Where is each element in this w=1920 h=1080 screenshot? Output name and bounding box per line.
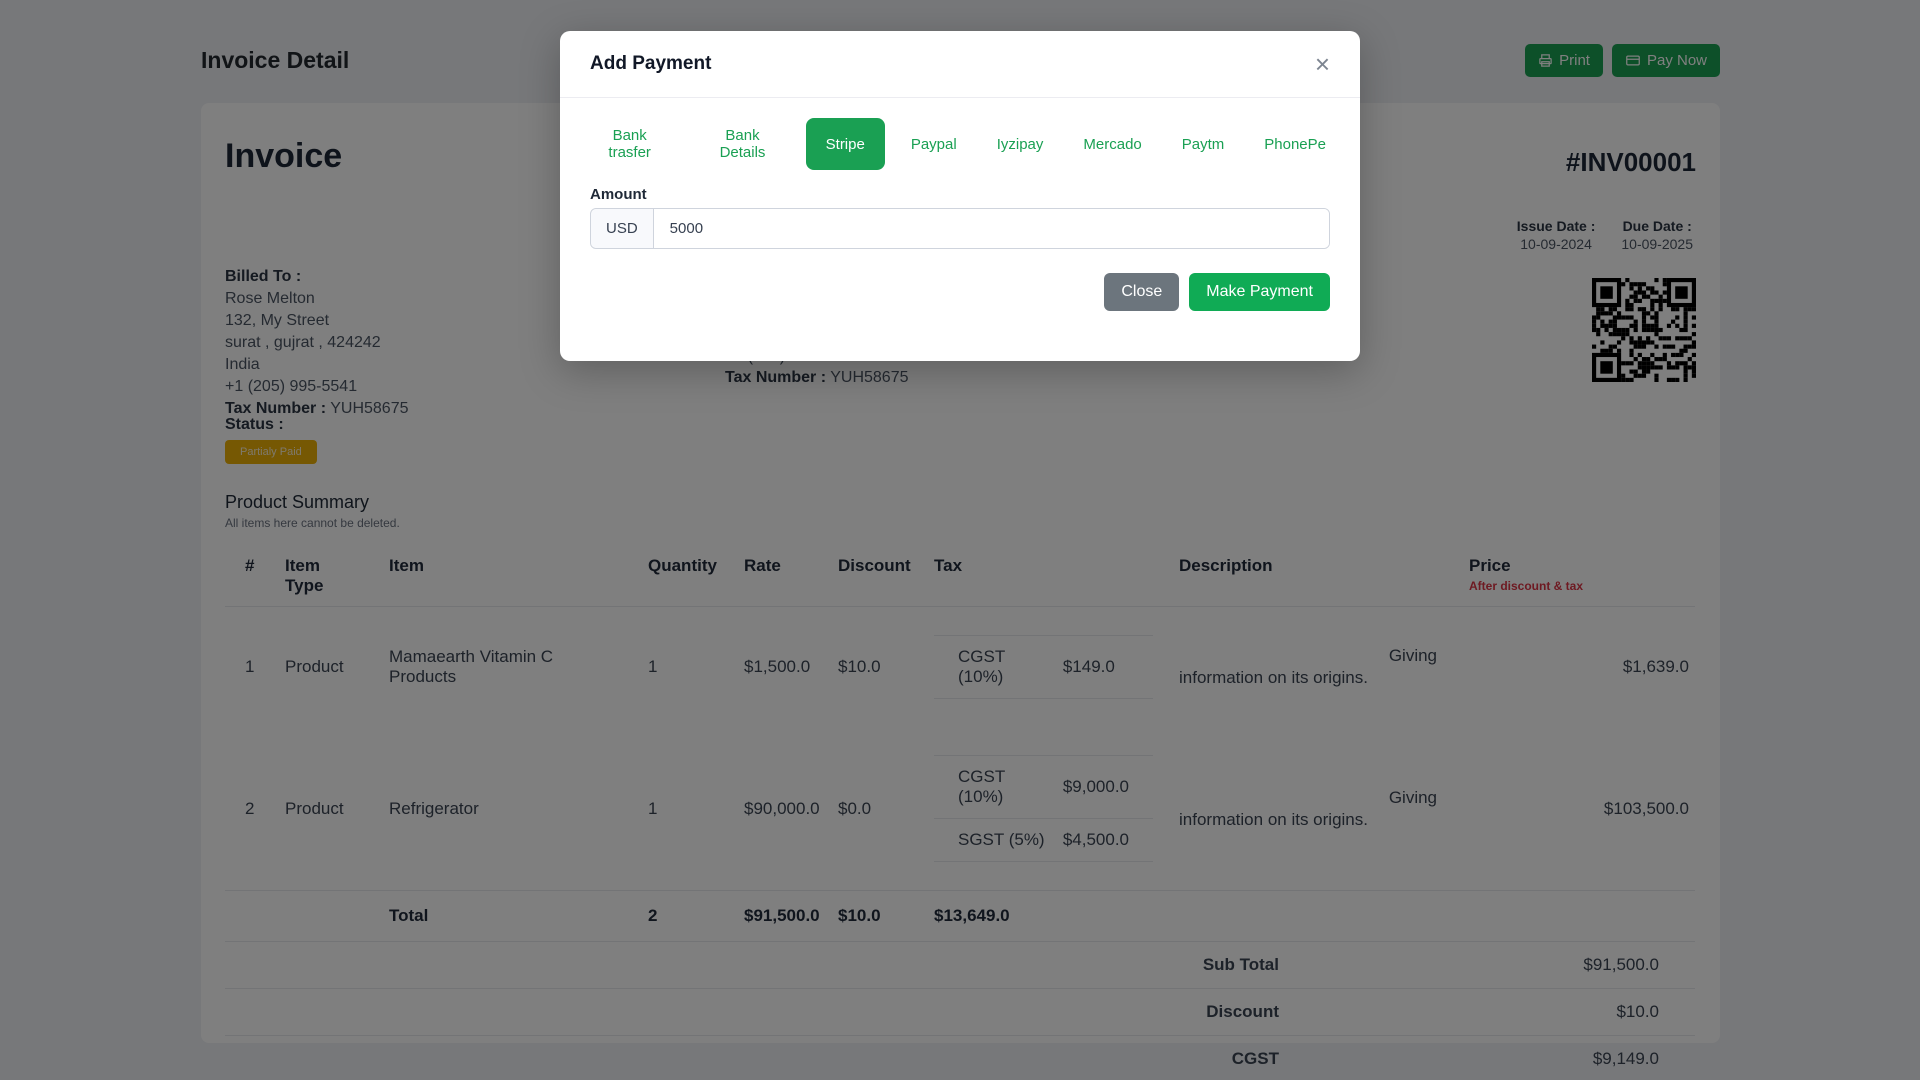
tab-bank-details[interactable]: Bank Details (691, 118, 793, 170)
currency-addon: USD (591, 209, 654, 248)
modal-header: Add Payment × (560, 31, 1360, 98)
modal-title: Add Payment (590, 53, 712, 74)
modal-footer: Close Make Payment (560, 249, 1360, 311)
tab-paypal[interactable]: Paypal (897, 118, 971, 170)
tab-bank-transfer[interactable]: Bank trasfer (580, 118, 679, 170)
amount-label: Amount (590, 186, 647, 203)
tab-mercado[interactable]: Mercado (1069, 118, 1155, 170)
tab-phonepe[interactable]: PhonePe (1250, 118, 1340, 170)
close-icon[interactable]: × (1315, 51, 1330, 77)
modal-body: Amount USD (560, 170, 1360, 249)
amount-input-group: USD (590, 208, 1330, 249)
amount-input[interactable] (653, 209, 1329, 248)
tab-paytm[interactable]: Paytm (1168, 118, 1239, 170)
close-button[interactable]: Close (1104, 273, 1180, 311)
tab-stripe[interactable]: Stripe (805, 118, 885, 170)
make-payment-button[interactable]: Make Payment (1189, 273, 1330, 311)
add-payment-modal: Add Payment × Bank trasfer Bank Details … (560, 31, 1360, 361)
tab-iyzipay[interactable]: Iyzipay (983, 118, 1058, 170)
payment-method-tabs: Bank trasfer Bank Details Stripe Paypal … (560, 118, 1360, 170)
